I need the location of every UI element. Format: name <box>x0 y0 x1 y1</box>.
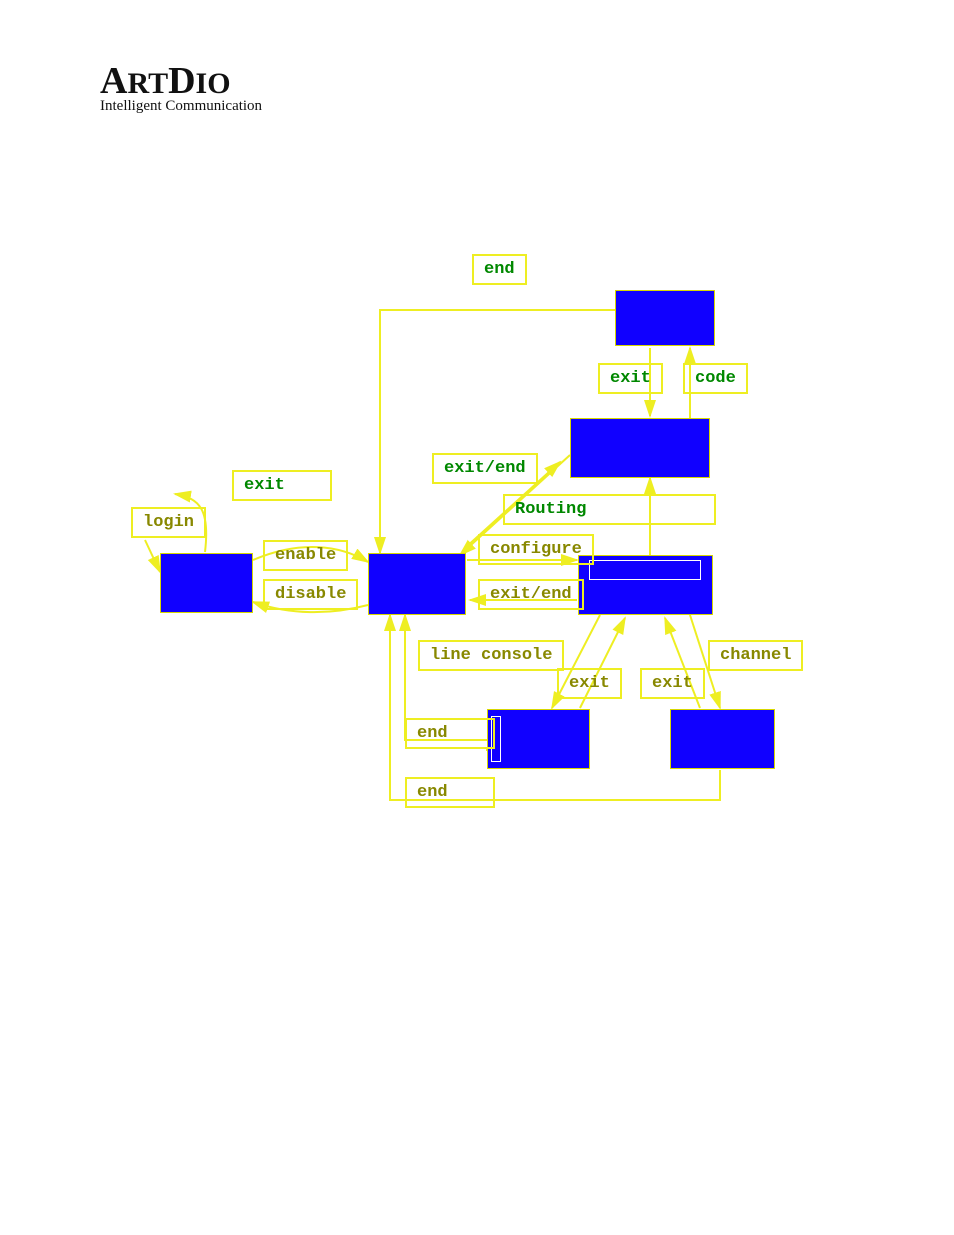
label-exit-bl: exit <box>557 668 622 699</box>
label-end-upper: end <box>405 718 495 749</box>
state-code <box>615 290 715 346</box>
diagram-canvas: ARTDIO Intelligent Communication <box>0 0 954 1235</box>
label-exit-left: exit <box>232 470 332 501</box>
state-routing <box>570 418 710 478</box>
label-routing: Routing <box>503 494 716 525</box>
arrows-layer <box>0 0 954 1235</box>
state-config <box>578 555 713 615</box>
logo: ARTDIO Intelligent Communication <box>100 62 262 115</box>
label-configure: configure <box>478 534 594 565</box>
state-line-console <box>487 709 590 769</box>
label-login: login <box>131 507 206 538</box>
label-exit-end-upper: exit/end <box>432 453 538 484</box>
label-code: code <box>683 363 748 394</box>
state-user-exec <box>160 553 253 613</box>
label-channel: channel <box>708 640 803 671</box>
label-exit-br: exit <box>640 668 705 699</box>
label-line-console: line console <box>418 640 564 671</box>
label-disable: disable <box>263 579 358 610</box>
state-priv-exec <box>368 553 466 615</box>
state-channel <box>670 709 775 769</box>
label-end-top: end <box>472 254 527 285</box>
logo-subtitle: Intelligent Communication <box>100 98 262 115</box>
label-exit-end-lower: exit/end <box>478 579 584 610</box>
label-enable: enable <box>263 540 348 571</box>
label-end-lower: end <box>405 777 495 808</box>
logo-title: ARTDIO <box>100 62 262 100</box>
label-exit-top: exit <box>598 363 663 394</box>
